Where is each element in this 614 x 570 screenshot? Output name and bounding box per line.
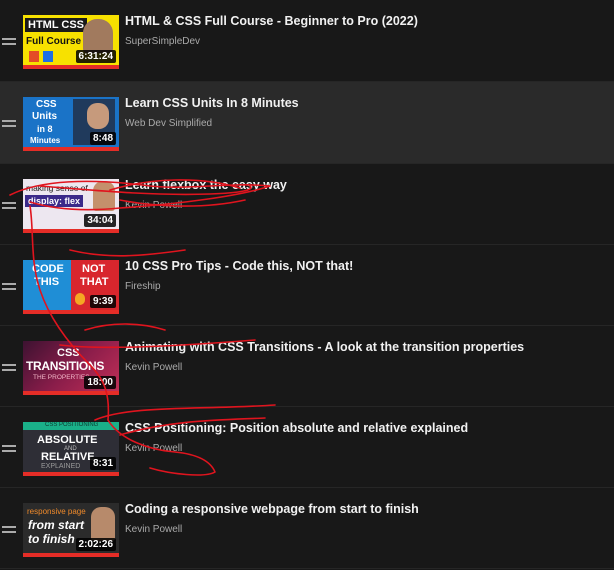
presenter-avatar bbox=[91, 507, 115, 541]
drag-handle-icon[interactable] bbox=[2, 445, 16, 452]
playlist-item[interactable]: CSS POSITIONING ABSOLUTE AND RELATIVE EX… bbox=[0, 407, 614, 488]
presenter-avatar bbox=[83, 19, 113, 53]
video-thumbnail[interactable]: CODE THIS NOT THAT 9:39 bbox=[23, 260, 119, 314]
video-duration: 6:31:24 bbox=[75, 50, 116, 63]
css-logo-icon bbox=[43, 51, 53, 62]
video-title[interactable]: 10 CSS Pro Tips - Code this, NOT that! bbox=[125, 259, 353, 273]
drag-handle-icon[interactable] bbox=[2, 283, 16, 290]
watch-progress-bar bbox=[23, 391, 119, 395]
video-duration: 9:39 bbox=[89, 295, 116, 308]
drag-handle-icon[interactable] bbox=[2, 120, 16, 127]
channel-name[interactable]: Kevin Powell bbox=[125, 443, 182, 454]
video-duration: 8:48 bbox=[89, 132, 116, 145]
thumbnail-text: responsive page bbox=[27, 507, 86, 516]
video-thumbnail[interactable]: making sense of display: flex 34:04 bbox=[23, 179, 119, 233]
thumbnail-text: CODE bbox=[32, 263, 64, 275]
channel-name[interactable]: Web Dev Simplified bbox=[125, 118, 212, 129]
video-thumbnail[interactable]: responsive page from start to finish 2:0… bbox=[23, 503, 119, 557]
video-title[interactable]: Coding a responsive webpage from start t… bbox=[125, 502, 419, 516]
playlist-item[interactable]: making sense of display: flex 34:04 Lear… bbox=[0, 164, 614, 245]
video-title[interactable]: Learn flexbox the easy way bbox=[125, 178, 287, 192]
video-duration: 18:00 bbox=[84, 376, 116, 389]
thumbnail-text: THAT bbox=[80, 276, 109, 288]
fire-logo-icon bbox=[75, 293, 85, 305]
channel-name[interactable]: Kevin Powell bbox=[125, 362, 182, 373]
thumbnail-text: RELATIVE bbox=[41, 451, 95, 463]
playlist-item[interactable]: CSS TRANSITIONS THE PROPERTIES 18:00 Ani… bbox=[0, 326, 614, 407]
thumbnail-text: display: flex bbox=[25, 195, 84, 207]
thumbnail-text: HTML CSS bbox=[25, 18, 88, 32]
watch-progress-bar bbox=[23, 553, 119, 557]
video-duration: 34:04 bbox=[84, 214, 116, 227]
video-thumbnail[interactable]: CSS POSITIONING ABSOLUTE AND RELATIVE EX… bbox=[23, 422, 119, 476]
thumbnail-text: THE PROPERTIES bbox=[33, 374, 90, 381]
video-thumbnail[interactable]: CSS TRANSITIONS THE PROPERTIES 18:00 bbox=[23, 341, 119, 395]
thumbnail-text: TRANSITIONS bbox=[26, 359, 105, 373]
channel-name[interactable]: Fireship bbox=[125, 281, 161, 292]
video-duration: 2:02:26 bbox=[75, 538, 116, 551]
thumbnail-text: CSS bbox=[36, 99, 57, 110]
thumbnail-text: Units bbox=[32, 111, 57, 122]
drag-handle-icon[interactable] bbox=[2, 364, 16, 371]
playlist-item[interactable]: CODE THIS NOT THAT 9:39 10 CSS Pro Tips … bbox=[0, 245, 614, 326]
thumbnail-text: from start bbox=[28, 518, 85, 532]
thumbnail-text: making sense of bbox=[26, 183, 88, 193]
video-title[interactable]: Learn CSS Units In 8 Minutes bbox=[125, 96, 299, 110]
drag-handle-icon[interactable] bbox=[2, 202, 16, 209]
watch-progress-bar bbox=[23, 472, 119, 476]
presenter-face bbox=[87, 103, 109, 129]
thumbnail-text: CSS POSITIONING bbox=[45, 422, 99, 428]
playlist-item[interactable]: CSS Units in 8 Minutes 8:48 Learn CSS Un… bbox=[0, 82, 614, 163]
presenter-avatar bbox=[93, 181, 115, 211]
thumbnail-text: CSS bbox=[57, 347, 80, 359]
thumbnail-text: Full Course bbox=[26, 36, 82, 47]
channel-name[interactable]: Kevin Powell bbox=[125, 200, 182, 211]
channel-name[interactable]: SuperSimpleDev bbox=[125, 36, 200, 47]
video-title[interactable]: Animating with CSS Transitions - A look … bbox=[125, 340, 524, 354]
thumbnail-text: to finish bbox=[28, 532, 75, 546]
thumbnail-text: THIS bbox=[34, 276, 60, 288]
video-title[interactable]: CSS Positioning: Position absolute and r… bbox=[125, 421, 468, 435]
watch-progress-bar bbox=[23, 229, 119, 233]
watch-progress-bar bbox=[23, 147, 119, 151]
html-logo-icon bbox=[29, 51, 39, 62]
video-thumbnail[interactable]: HTML CSS Full Course 6:31:24 bbox=[23, 15, 119, 69]
watch-progress-bar bbox=[23, 65, 119, 69]
thumbnail-text: NOT bbox=[82, 263, 106, 275]
channel-name[interactable]: Kevin Powell bbox=[125, 524, 182, 535]
video-thumbnail[interactable]: CSS Units in 8 Minutes 8:48 bbox=[23, 97, 119, 151]
video-duration: 8:31 bbox=[89, 457, 116, 470]
playlist-item[interactable]: responsive page from start to finish 2:0… bbox=[0, 488, 614, 569]
video-title[interactable]: HTML & CSS Full Course - Beginner to Pro… bbox=[125, 14, 418, 28]
thumbnail-text: ABSOLUTE bbox=[37, 434, 98, 446]
thumbnail-text: EXPLAINED bbox=[41, 463, 81, 470]
thumbnail-text: Minutes bbox=[30, 136, 61, 145]
drag-handle-icon[interactable] bbox=[2, 526, 16, 533]
watch-progress-bar bbox=[23, 310, 119, 314]
playlist-item[interactable]: HTML CSS Full Course 6:31:24 HTML & CSS … bbox=[0, 0, 614, 81]
drag-handle-icon[interactable] bbox=[2, 38, 16, 45]
thumbnail-text: in 8 bbox=[37, 124, 53, 134]
divider bbox=[0, 568, 614, 569]
